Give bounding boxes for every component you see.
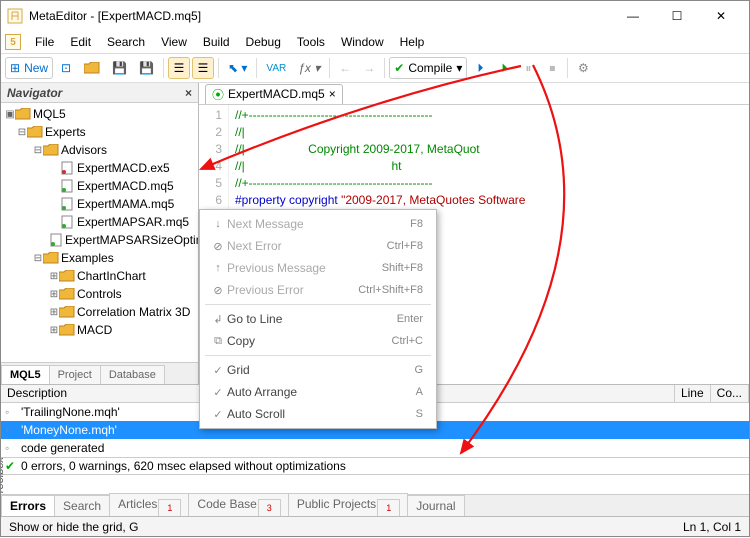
toolbox-tab[interactable]: Code Base3 (188, 493, 288, 516)
view-icon-2[interactable]: ☰ (192, 57, 214, 79)
pause-icon[interactable]: ⏸ (517, 57, 539, 79)
window-title: MetaEditor - [ExpertMACD.mq5] (29, 9, 611, 23)
statusbar: Show or hide the grid, G Ln 1, Col 1 (1, 516, 749, 536)
menu-edit[interactable]: Edit (62, 33, 99, 51)
tree-item[interactable]: ⊞ChartInChart (1, 267, 198, 285)
app-icon (7, 8, 23, 24)
tree-item[interactable]: ExpertMAMA.mq5 (1, 195, 198, 213)
ctx-item[interactable]: ⊘Next ErrorCtrl+F8 (203, 235, 433, 257)
menubar: 5 File Edit Search View Build Debug Tool… (1, 31, 749, 53)
status-left: Show or hide the grid, G (9, 520, 138, 534)
nav-fwd-icon[interactable]: → (358, 57, 380, 79)
navigator-close-icon[interactable]: × (185, 86, 192, 100)
col-line[interactable]: Line (675, 385, 711, 402)
ctx-item[interactable]: ✓Auto ArrangeA (203, 381, 433, 403)
tree-item[interactable]: ⊟Experts (1, 123, 198, 141)
tree-item[interactable]: ExpertMACD.ex5 (1, 159, 198, 177)
run-icon[interactable]: ⏵ (493, 57, 515, 79)
var-icon[interactable]: VAR (261, 57, 291, 79)
navigator-tree[interactable]: ▣MQL5⊟Experts⊟AdvisorsExpertMACD.ex5Expe… (1, 103, 198, 362)
ctx-item[interactable]: ↓Next MessageF8 (203, 213, 433, 235)
menu-file[interactable]: File (27, 33, 62, 51)
tree-item[interactable]: ExpertMAPSAR.mq5 (1, 213, 198, 231)
compile-button[interactable]: ✔ Compile ▾ (389, 57, 467, 79)
ctx-item[interactable]: ✓Auto ScrollS (203, 403, 433, 425)
minimize-button[interactable]: — (611, 1, 655, 31)
stop-icon[interactable]: ⏹ (541, 57, 563, 79)
toolbox-tab[interactable]: Search (54, 495, 110, 516)
toolbar: ⊞ New ⊡ 💾 💾 ☰ ☰ ⬉ ▾ VAR ƒx ▾ ← → ✔ Compi… (1, 53, 749, 83)
maximize-button[interactable]: ☐ (655, 1, 699, 31)
toolbox-tab[interactable]: Public Projects1 (288, 493, 408, 516)
debug-start-icon[interactable]: ⏵ (469, 57, 491, 79)
toolbox-tabs: ErrorsSearchArticles1Code Base3Public Pr… (1, 494, 749, 516)
tree-item[interactable]: ⊟Examples (1, 249, 198, 267)
tree-item[interactable]: ⊟Advisors (1, 141, 198, 159)
menu-build[interactable]: Build (195, 33, 238, 51)
navigator-panel: Navigator × ▣MQL5⊟Experts⊟AdvisorsExpert… (1, 83, 199, 384)
menu-window[interactable]: Window (333, 33, 392, 51)
tab-close-icon[interactable]: × (329, 87, 336, 101)
cursor-icon[interactable]: ⬉ ▾ (223, 57, 252, 79)
ctx-item[interactable]: ↲Go to LineEnter (203, 308, 433, 330)
navigator-tab-project[interactable]: Project (49, 365, 101, 384)
ctx-item[interactable]: ⧉CopyCtrl+C (203, 330, 433, 352)
ctx-item[interactable]: ↑Previous MessageShift+F8 (203, 257, 433, 279)
col-col[interactable]: Co... (711, 385, 749, 402)
context-menu[interactable]: ↓Next MessageF8⊘Next ErrorCtrl+F8↑Previo… (199, 209, 437, 429)
save-all-icon[interactable]: 💾 (134, 57, 159, 79)
navigator-tab-database[interactable]: Database (100, 365, 165, 384)
toolbox-tab[interactable]: Journal (407, 495, 464, 516)
tree-item[interactable]: ⊞Controls (1, 285, 198, 303)
titlebar: MetaEditor - [ExpertMACD.mq5] — ☐ ✕ (1, 1, 749, 31)
tree-root[interactable]: ▣MQL5 (1, 105, 198, 123)
ctx-item[interactable]: ✓GridG (203, 359, 433, 381)
new-file-icon[interactable]: ⊡ (55, 57, 77, 79)
nav-back-icon[interactable]: ← (334, 57, 356, 79)
open-folder-icon[interactable] (79, 57, 105, 79)
menu-tools[interactable]: Tools (289, 33, 333, 51)
tree-item[interactable]: ⊞MACD (1, 321, 198, 339)
toolbox-row[interactable]: ◦code generated (1, 439, 749, 457)
file-ok-icon: ⦿ (212, 86, 224, 103)
menu-search[interactable]: Search (99, 33, 153, 51)
menu-debug[interactable]: Debug (238, 33, 289, 51)
new-button[interactable]: ⊞ New (5, 57, 53, 79)
toolbox-row[interactable]: ✔0 errors, 0 warnings, 620 msec elapsed … (1, 457, 749, 475)
settings-icon[interactable]: ⚙ (572, 57, 594, 79)
menu-view[interactable]: View (153, 33, 195, 51)
menu-help[interactable]: Help (392, 33, 433, 51)
tree-item[interactable]: ExpertMACD.mq5 (1, 177, 198, 195)
navigator-tab-mql5[interactable]: MQL5 (1, 365, 50, 384)
navigator-header: Navigator × (1, 83, 198, 103)
fx-icon[interactable]: ƒx ▾ (293, 57, 325, 79)
toolbox-tab[interactable]: Errors (1, 495, 55, 516)
status-right: Ln 1, Col 1 (683, 520, 741, 534)
editor-tabs: ⦿ ExpertMACD.mq5 × (199, 83, 749, 105)
close-button[interactable]: ✕ (699, 1, 743, 31)
tree-item[interactable]: ⊞Correlation Matrix 3D (1, 303, 198, 321)
toolbox-label: Toolbox (1, 457, 6, 494)
editor-tab-file[interactable]: ⦿ ExpertMACD.mq5 × (205, 84, 343, 104)
save-icon[interactable]: 💾 (107, 57, 132, 79)
tree-item[interactable]: ExpertMAPSARSizeOptimized.mq5 (1, 231, 198, 249)
ctx-item[interactable]: ⊘Previous ErrorCtrl+Shift+F8 (203, 279, 433, 301)
navigator-tabs: MQL5 Project Database (1, 362, 198, 384)
app-menu-icon[interactable]: 5 (5, 34, 21, 50)
toolbox-tab[interactable]: Articles1 (109, 493, 189, 516)
view-icon-1[interactable]: ☰ (168, 57, 190, 79)
